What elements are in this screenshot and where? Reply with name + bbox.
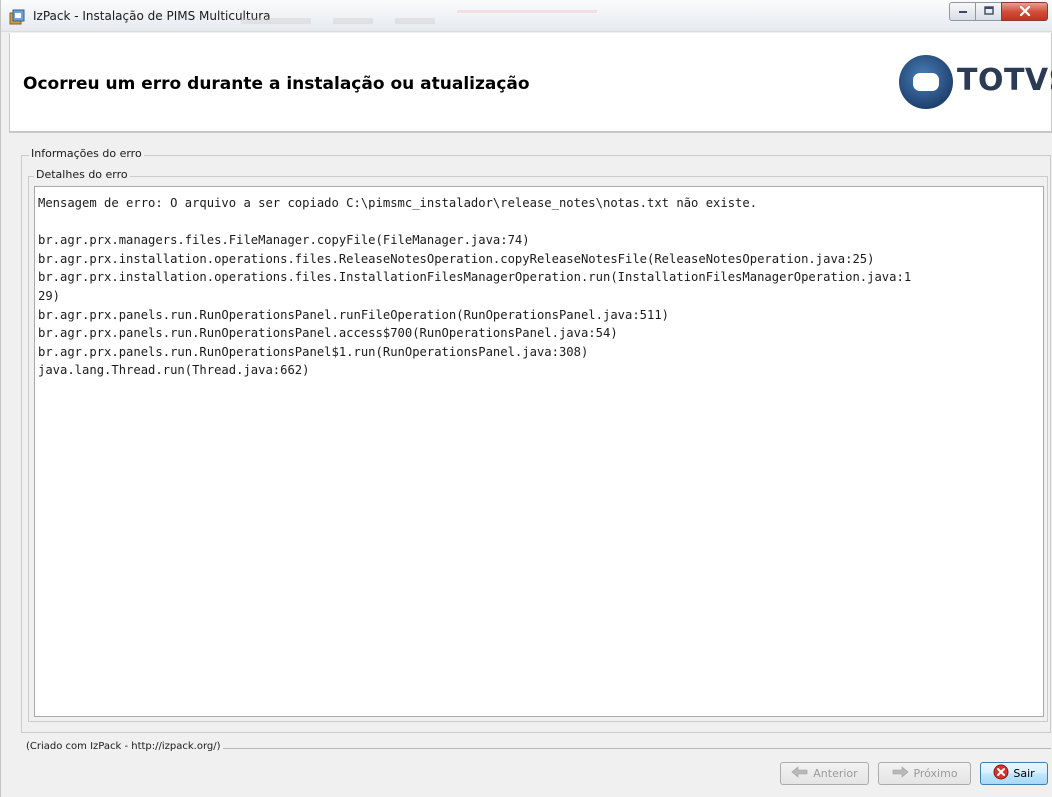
- error-details-textarea[interactable]: Mensagem de erro: O arquivo a ser copiad…: [34, 186, 1044, 717]
- error-line: br.agr.prx.panels.run.RunOperationsPanel…: [38, 326, 618, 341]
- totvs-logo-mark: [899, 55, 953, 109]
- previous-label: Anterior: [813, 767, 858, 780]
- logo-wordmark: TOTVS: [957, 63, 1052, 98]
- quit-button[interactable]: Sair: [980, 762, 1048, 785]
- error-line: java.lang.Thread.run(Thread.java:662): [38, 363, 310, 378]
- installer-window: IzPack - Instalação de PIMS Multicultura: [0, 0, 1052, 797]
- error-info-legend: Informações do erro: [29, 147, 144, 160]
- title-bar[interactable]: IzPack - Instalação de PIMS Multicultura: [1, 0, 1052, 32]
- previous-button[interactable]: Anterior: [780, 762, 869, 785]
- maximize-icon: [983, 5, 994, 18]
- error-line: Mensagem de erro: O arquivo a ser copiad…: [38, 196, 758, 210]
- window-title: IzPack - Instalação de PIMS Multicultura: [33, 9, 271, 23]
- title-bar-background-ghost: [241, 10, 641, 26]
- header-panel: Ocorreu um erro durante a instalação ou …: [9, 33, 1052, 132]
- error-line: br.agr.prx.installation.operations.files…: [38, 270, 912, 285]
- error-details-legend: Detalhes do erro: [34, 168, 130, 181]
- close-button[interactable]: [1001, 2, 1048, 21]
- maximize-button[interactable]: [975, 2, 1002, 21]
- arrow-right-icon: [891, 766, 909, 781]
- error-line: 29): [38, 288, 61, 303]
- next-button[interactable]: Próximo: [878, 762, 971, 785]
- page-title: Ocorreu um erro durante a instalação ou …: [23, 74, 530, 94]
- error-line: [38, 213, 1040, 232]
- minimize-icon: [958, 6, 968, 17]
- footer-divider: [223, 748, 1051, 749]
- close-icon: [1019, 5, 1031, 19]
- stop-icon: [993, 764, 1009, 783]
- window-controls: [949, 2, 1048, 24]
- error-line: br.agr.prx.managers.files.FileManager.co…: [38, 233, 530, 248]
- header-divider: [9, 132, 1052, 133]
- totvs-logo: TOTVS: [897, 53, 1052, 111]
- minimize-button[interactable]: [949, 2, 976, 21]
- error-line: br.agr.prx.installation.operations.files…: [38, 251, 875, 266]
- quit-label: Sair: [1013, 767, 1035, 780]
- arrow-left-icon: [791, 766, 809, 781]
- izpack-credit: (Criado com IzPack - http://izpack.org/): [26, 741, 221, 752]
- error-line: br.agr.prx.panels.run.RunOperationsPanel…: [38, 344, 589, 359]
- error-line: br.agr.prx.panels.run.RunOperationsPanel…: [38, 307, 670, 322]
- app-icon: [9, 9, 25, 25]
- next-label: Próximo: [913, 767, 958, 780]
